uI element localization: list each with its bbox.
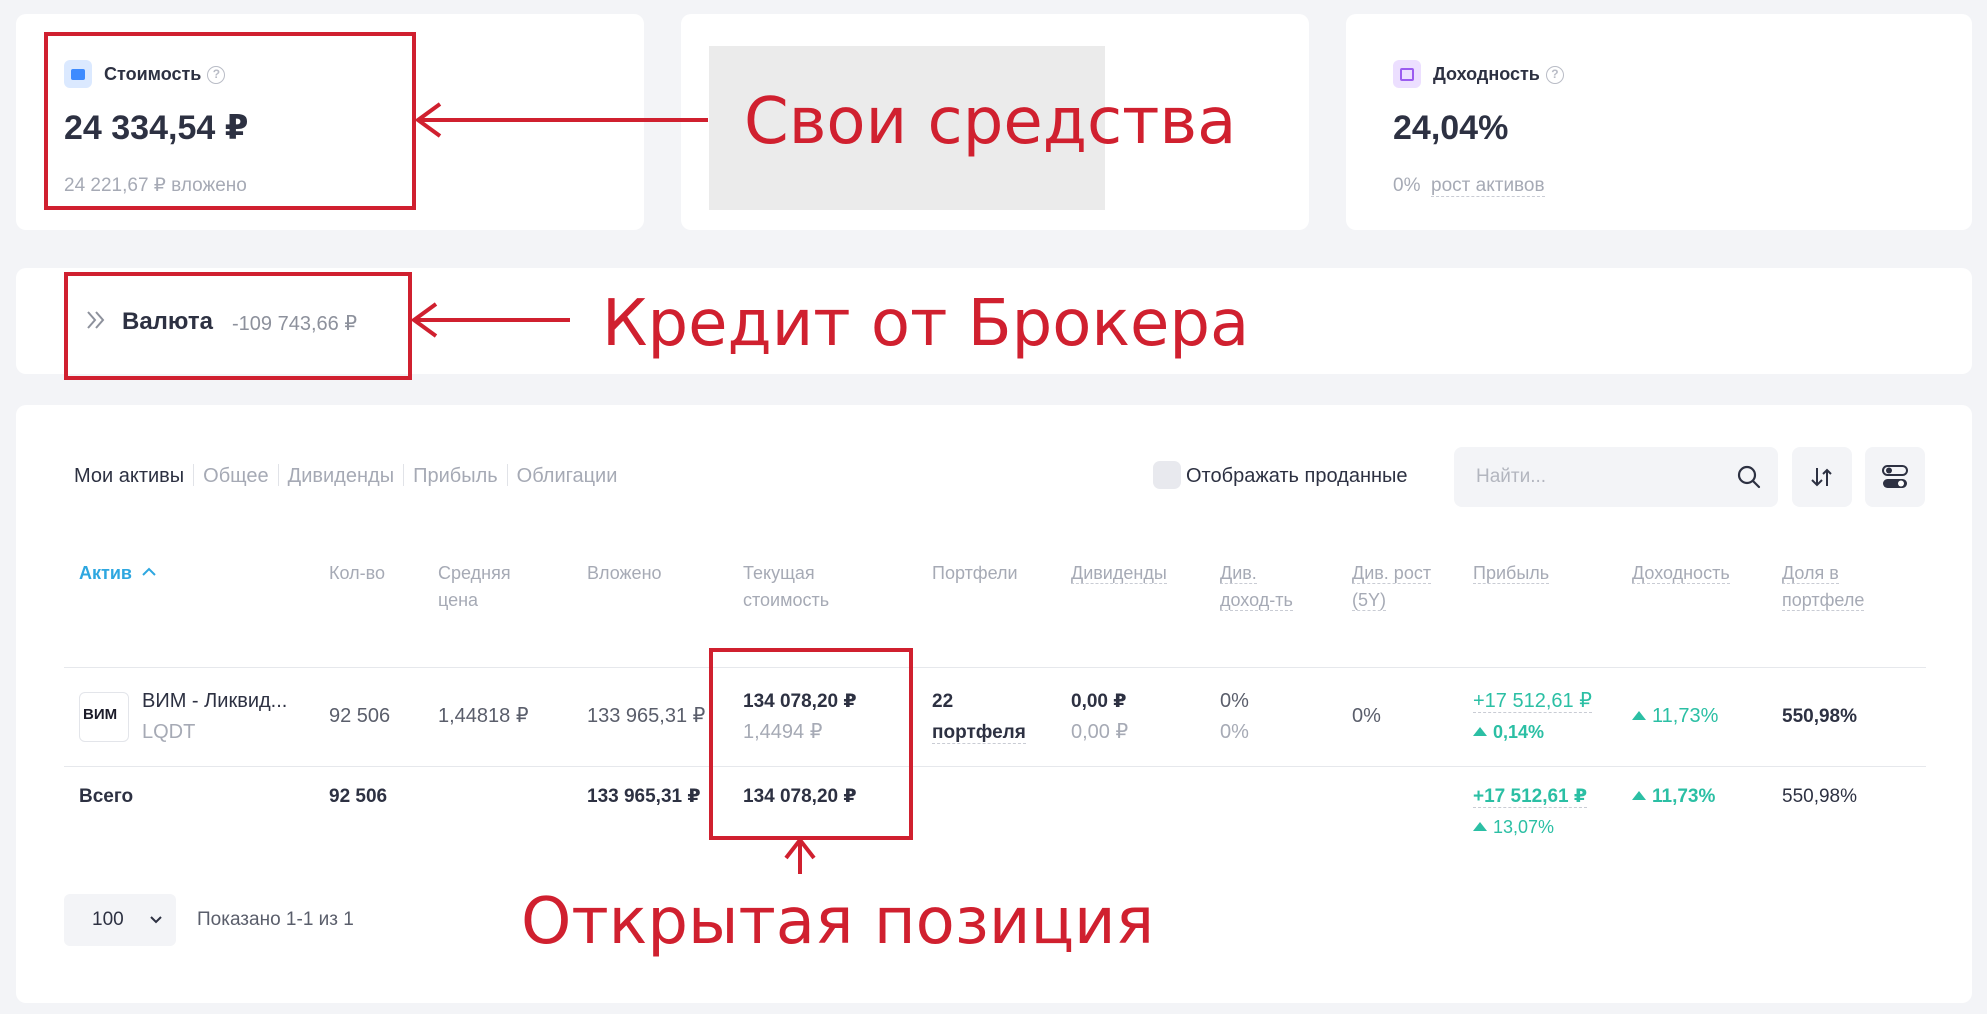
col-profit-label: Прибыль — [1473, 563, 1550, 584]
table-row[interactable]: ВИМ ВИМ - Ликвид... LQDT 92 506 1,44818 … — [64, 668, 1926, 766]
col-div-yield-header[interactable]: Див. доход-ть — [1220, 560, 1293, 614]
total-profit: +17 512,61 ₽ — [1473, 786, 1588, 808]
tab-profit[interactable]: Прибыль — [413, 461, 498, 491]
col-div-growth-header[interactable]: Див. рост (5Y) — [1352, 560, 1432, 614]
calendar-icon — [1393, 60, 1421, 88]
triangle-up-icon — [1473, 822, 1487, 831]
total-return: 11,73% — [1632, 781, 1715, 812]
tabs: Мои активы Общее Дивиденды Прибыль Облигации — [74, 461, 617, 493]
own-funds-highlight — [44, 32, 416, 210]
sort-asc-icon — [141, 562, 157, 578]
col-current-line1: Текущая — [743, 563, 815, 583]
row-return: 11,73% — [1632, 701, 1718, 732]
page-size-select[interactable]: 100 — [64, 894, 176, 946]
tab-my-assets[interactable]: Мои активы — [74, 461, 184, 491]
broker-credit-highlight — [64, 272, 412, 380]
triangle-up-icon — [1632, 791, 1646, 800]
col-current-line2: стоимость — [743, 590, 830, 610]
row-div-yield: 0% — [1220, 690, 1249, 712]
show-sold-checkbox[interactable] — [1153, 461, 1181, 489]
search-placeholder: Найти... — [1476, 466, 1547, 487]
sort-button[interactable] — [1792, 447, 1852, 507]
col-share-line2: портфеле — [1782, 590, 1865, 611]
show-sold-label[interactable]: Отображать проданные — [1186, 461, 1408, 491]
asset-name[interactable]: ВИМ - Ликвид... — [142, 686, 287, 717]
col-qty-header[interactable]: Кол-во — [329, 560, 385, 587]
col-share-line1: Доля в — [1782, 563, 1839, 584]
search-icon[interactable] — [1736, 464, 1762, 490]
asset-ticker: LQDT — [142, 721, 196, 743]
triangle-up-icon — [1632, 711, 1646, 720]
row-profit-pct: 0,14% — [1473, 717, 1544, 748]
growth-label[interactable]: рост активов — [1431, 175, 1545, 197]
row-div-growth: 0% — [1352, 705, 1381, 727]
yield-value: 24,04% — [1393, 109, 1509, 147]
col-asset-label: Актив — [79, 563, 132, 583]
yield-label: Доходность — [1433, 64, 1540, 84]
total-label: Всего — [79, 786, 134, 807]
col-portfolios-header[interactable]: Портфели — [932, 560, 1018, 587]
row-invested: 133 965,31 ₽ — [587, 705, 706, 727]
row-avg-price: 1,44818 ₽ — [438, 705, 529, 727]
row-portfolios-label: портфеля — [932, 722, 1026, 744]
tab-general[interactable]: Общее — [203, 461, 269, 491]
open-position-annotation: Открытая позиция — [521, 885, 1155, 959]
total-invested: 133 965,31 ₽ — [587, 786, 701, 807]
col-dividends-label: Дивиденды — [1071, 563, 1167, 584]
settings-toggle-button[interactable] — [1865, 447, 1925, 507]
help-icon[interactable]: ? — [1545, 66, 1564, 85]
triangle-up-icon — [1473, 727, 1487, 736]
col-share-header[interactable]: Доля в портфеле — [1782, 560, 1865, 614]
row-portfolios[interactable]: 22 портфеля — [932, 686, 1026, 748]
pagination-info: Показано 1-1 из 1 — [197, 909, 354, 930]
tab-bonds[interactable]: Облигации — [517, 461, 618, 491]
toggle-icon — [1881, 464, 1909, 490]
col-profit-header[interactable]: Прибыль — [1473, 560, 1550, 587]
col-dividends-header[interactable]: Дивиденды — [1071, 560, 1167, 587]
col-return-label: Доходность — [1632, 563, 1730, 584]
total-row: Всего 92 506 133 965,31 ₽ 134 078,20 ₽ +… — [64, 767, 1926, 857]
broker-credit-annotation: Кредит от Брокера — [602, 287, 1250, 361]
sort-icon — [1808, 463, 1836, 491]
col-asset-header[interactable]: Актив — [79, 560, 157, 587]
col-invested-header[interactable]: Вложено — [587, 560, 662, 587]
chevron-down-icon — [148, 912, 164, 928]
total-profit-pct: 13,07% — [1473, 812, 1554, 843]
col-current-header[interactable]: Текущая стоимость — [743, 560, 829, 614]
row-dividends-sub: 0,00 ₽ — [1071, 721, 1129, 743]
open-position-highlight — [709, 648, 913, 840]
col-avg-price-line1: Средняя — [438, 563, 511, 583]
col-avg-price-header[interactable]: Средняя цена — [438, 560, 511, 614]
page-size-value: 100 — [92, 909, 124, 930]
growth-value: 0% — [1393, 175, 1421, 196]
own-funds-annotation: Свои средства — [744, 85, 1237, 159]
col-div-yield-line2: доход-ть — [1220, 590, 1293, 611]
col-div-growth-line1: Див. рост — [1352, 563, 1432, 584]
yield-card: Доходность? 24,04% 0% рост активов — [1346, 14, 1972, 230]
col-div-yield-line1: Див. — [1220, 563, 1257, 584]
asset-logo: ВИМ — [79, 692, 129, 742]
row-dividends: 0,00 ₽ — [1071, 691, 1127, 712]
row-qty: 92 506 — [329, 705, 391, 727]
total-qty: 92 506 — [329, 786, 388, 807]
row-share: 550,98% — [1782, 706, 1858, 727]
col-return-header[interactable]: Доходность — [1632, 560, 1730, 587]
col-avg-price-line2: цена — [438, 590, 479, 610]
row-portfolios-count: 22 — [932, 691, 954, 712]
search-input[interactable]: Найти... — [1454, 447, 1778, 507]
row-profit: +17 512,61 ₽ — [1473, 690, 1592, 713]
col-div-growth-line2: (5Y) — [1352, 590, 1387, 611]
tab-dividends[interactable]: Дивиденды — [288, 461, 394, 491]
total-share: 550,98% — [1782, 786, 1858, 807]
row-div-yield-sub: 0% — [1220, 721, 1249, 743]
